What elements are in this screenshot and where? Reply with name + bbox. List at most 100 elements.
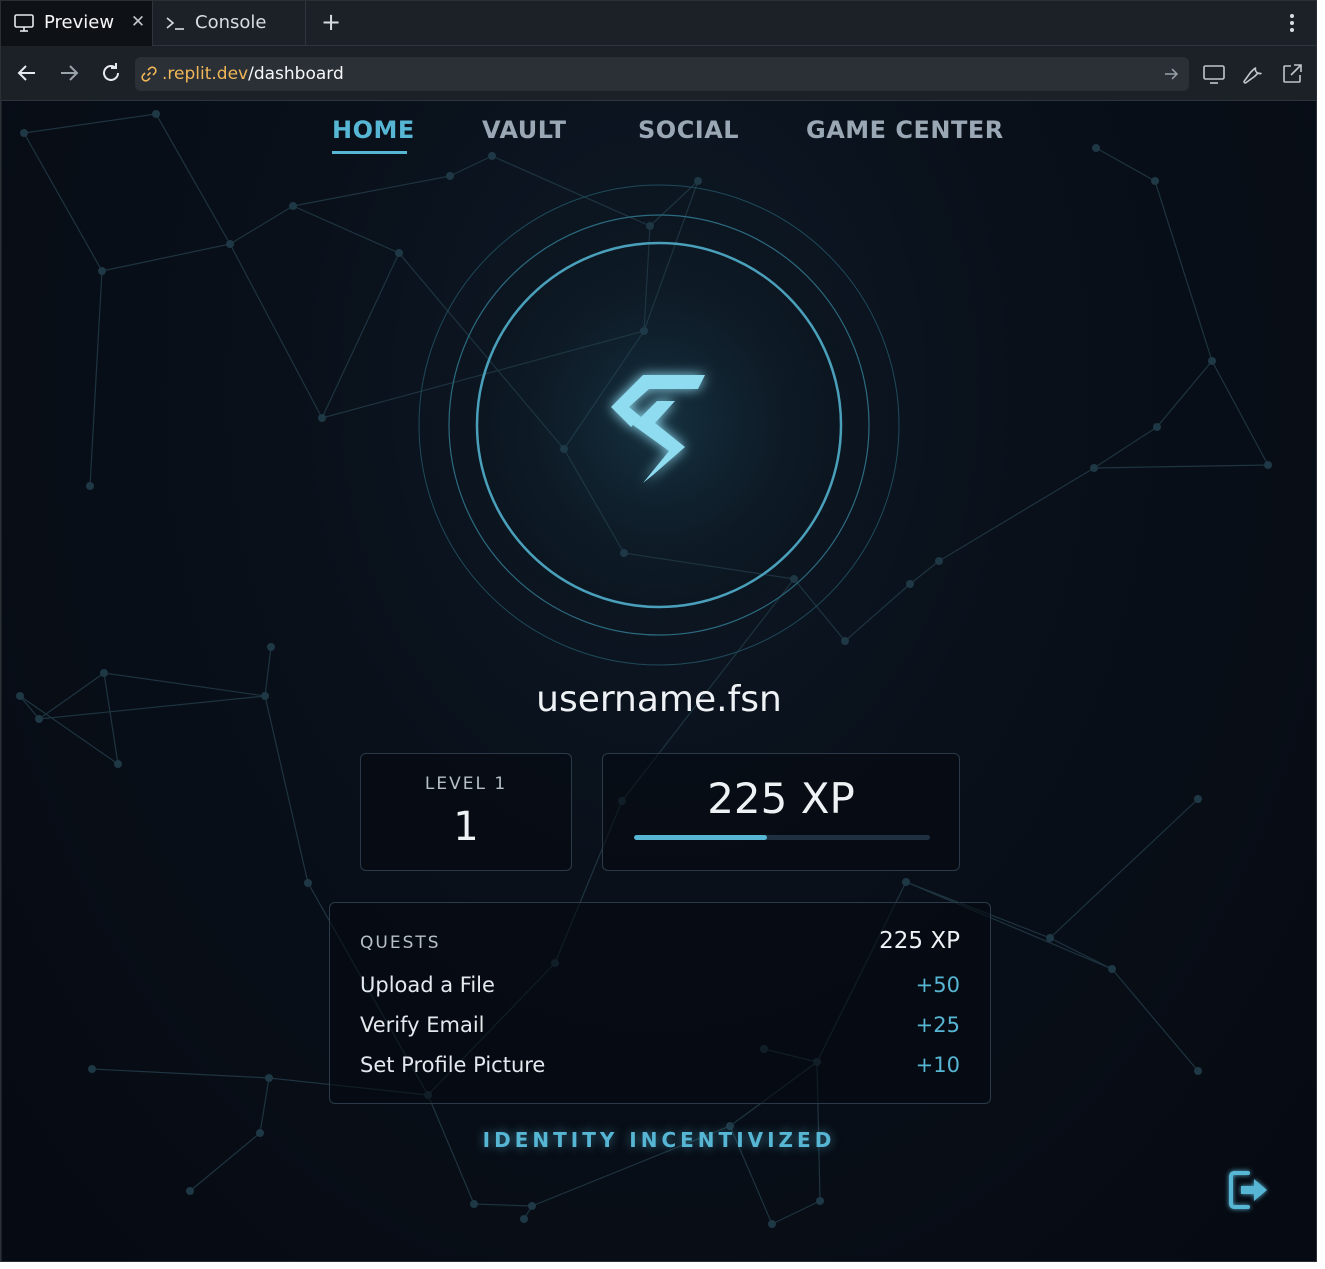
quest-xp: +25: [915, 1013, 960, 1037]
terminal-icon: [166, 17, 184, 30]
network-link: [1093, 464, 1269, 469]
network-node: [1194, 795, 1202, 803]
network-link: [229, 243, 323, 419]
tab-bar: Preview ✕ Console +: [1, 1, 1316, 46]
network-link: [101, 243, 231, 272]
network-node: [446, 172, 454, 180]
network-node: [114, 760, 122, 768]
arrow-right-icon[interactable]: [1163, 66, 1179, 82]
url-path: /dashboard: [248, 64, 344, 84]
monitor-icon: [14, 14, 34, 32]
network-link: [473, 1203, 533, 1207]
quest-item[interactable]: Verify Email +25: [360, 1013, 960, 1043]
network-node: [768, 1220, 776, 1228]
new-tab-button[interactable]: +: [319, 10, 343, 34]
network-link: [909, 560, 940, 585]
network-node: [100, 669, 108, 677]
network-link: [938, 467, 1095, 562]
network-link: [321, 252, 400, 419]
xp-progress-fill: [634, 835, 768, 840]
network-node: [1108, 965, 1116, 973]
url-field[interactable]: .replit.dev/dashboard: [135, 57, 1189, 91]
nav-active-indicator: [332, 151, 407, 154]
devices-icon[interactable]: [1202, 62, 1226, 86]
level-value: 1: [453, 804, 479, 850]
open-external-icon[interactable]: [1280, 62, 1304, 86]
close-icon[interactable]: ✕: [129, 13, 147, 31]
nav-home[interactable]: HOME: [332, 116, 415, 144]
network-link: [771, 1200, 821, 1225]
network-link: [1156, 360, 1213, 428]
network-link: [1154, 180, 1213, 362]
nav-social[interactable]: SOCIAL: [638, 116, 739, 144]
tab-console[interactable]: Console: [153, 1, 306, 46]
avatar-emblem: [418, 184, 900, 666]
network-link: [264, 695, 309, 884]
network-node: [88, 1065, 96, 1073]
link-icon: [141, 66, 157, 82]
nav-vault[interactable]: VAULT: [482, 116, 566, 144]
network-node: [935, 557, 943, 565]
network-node: [267, 643, 275, 651]
network-node: [902, 878, 910, 886]
quest-xp: +10: [915, 1053, 960, 1077]
reload-icon[interactable]: [99, 61, 123, 85]
quest-item[interactable]: Upload a File +50: [360, 973, 960, 1003]
network-node: [86, 482, 94, 490]
more-options-icon[interactable]: [1281, 11, 1303, 35]
network-node: [1264, 461, 1272, 469]
tab-preview[interactable]: Preview ✕: [1, 1, 153, 46]
quests-panel: QUESTS 225 XP Upload a File +50 Verify E…: [329, 902, 991, 1104]
app-viewport: HOME VAULT SOCIAL GAME CENTER username.f…: [2, 101, 1316, 1261]
tab-preview-label: Preview: [44, 12, 115, 33]
network-node: [1046, 934, 1054, 942]
network-link: [1049, 937, 1113, 970]
network-node: [1194, 1067, 1202, 1075]
quest-xp: +50: [915, 973, 960, 997]
network-node: [1090, 464, 1098, 472]
xp-card: 225 XP: [602, 753, 960, 871]
quest-item[interactable]: Set Profile Picture +10: [360, 1053, 960, 1083]
network-node: [906, 580, 914, 588]
quest-name: Verify Email: [360, 1013, 485, 1037]
network-link: [1093, 426, 1158, 469]
main-nav: HOME VAULT SOCIAL GAME CENTER: [2, 101, 1316, 161]
quest-name: Set Profile Picture: [360, 1053, 546, 1077]
url-text: .replit.dev/dashboard: [162, 64, 344, 84]
nav-game-center[interactable]: GAME CENTER: [806, 116, 1004, 144]
browser-window: Preview ✕ Console + .replit.dev/dashboar…: [0, 0, 1317, 1262]
network-node: [265, 1074, 273, 1082]
quest-name: Upload a File: [360, 973, 495, 997]
forward-arrow-icon[interactable]: [57, 61, 81, 85]
quests-title: QUESTS: [360, 933, 441, 953]
network-link: [229, 205, 294, 245]
wrench-icon[interactable]: [1241, 62, 1265, 86]
network-node: [395, 249, 403, 257]
logout-icon[interactable]: [1224, 1165, 1274, 1215]
network-node: [226, 240, 234, 248]
xp-progress-track: [634, 835, 930, 840]
network-node: [98, 267, 106, 275]
network-node: [1208, 357, 1216, 365]
tab-console-label: Console: [195, 12, 267, 33]
network-link: [1111, 968, 1199, 1072]
network-node: [816, 1197, 824, 1205]
network-node: [1153, 423, 1161, 431]
network-node: [304, 879, 312, 887]
tagline: IDENTITY INCENTIVIZED: [482, 1128, 836, 1152]
network-node: [520, 1215, 528, 1223]
level-label: LEVEL 1: [424, 774, 508, 794]
network-link: [259, 1077, 270, 1134]
address-bar: .replit.dev/dashboard: [1, 46, 1316, 101]
quests-total: 225 XP: [879, 928, 960, 954]
network-node: [186, 1187, 194, 1195]
network-node: [1151, 177, 1159, 185]
back-arrow-icon[interactable]: [15, 61, 39, 85]
xp-value: 225 XP: [707, 774, 855, 823]
network-link: [292, 205, 400, 254]
url-host: .replit.dev: [162, 64, 249, 84]
network-node: [289, 202, 297, 210]
level-card: LEVEL 1 1: [360, 753, 572, 871]
network-link: [91, 1068, 270, 1079]
network-link: [1211, 360, 1269, 466]
